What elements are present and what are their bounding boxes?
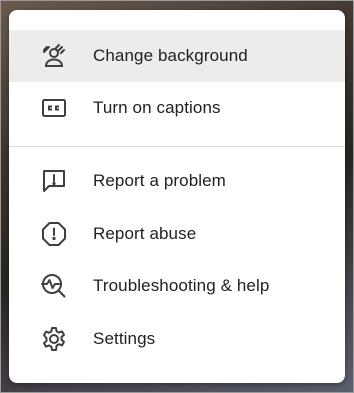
menu-item-settings[interactable]: Settings [9, 313, 345, 365]
menu-item-turn-on-captions[interactable]: Turn on captions [9, 82, 345, 134]
menu-item-label: Troubleshooting & help [93, 276, 270, 295]
menu-item-label: Turn on captions [93, 98, 221, 117]
menu-item-label: Report abuse [93, 224, 197, 243]
overflow-menu: Change background Turn on captions Repor… [9, 10, 345, 383]
captions-icon [39, 93, 69, 123]
menu-item-label: Change background [93, 46, 248, 65]
menu-item-troubleshooting-help[interactable]: Troubleshooting & help [9, 260, 345, 312]
menu-item-report-problem[interactable]: Report a problem [9, 155, 345, 207]
menu-item-change-background[interactable]: Change background [9, 30, 345, 82]
change-background-icon [39, 41, 69, 71]
report-abuse-icon [39, 219, 69, 249]
gear-icon [39, 324, 69, 354]
report-problem-icon [39, 166, 69, 196]
troubleshooting-icon [39, 271, 69, 301]
menu-item-label: Report a problem [93, 171, 226, 190]
menu-divider [9, 146, 345, 147]
menu-item-report-abuse[interactable]: Report abuse [9, 208, 345, 260]
menu-item-label: Settings [93, 329, 156, 348]
